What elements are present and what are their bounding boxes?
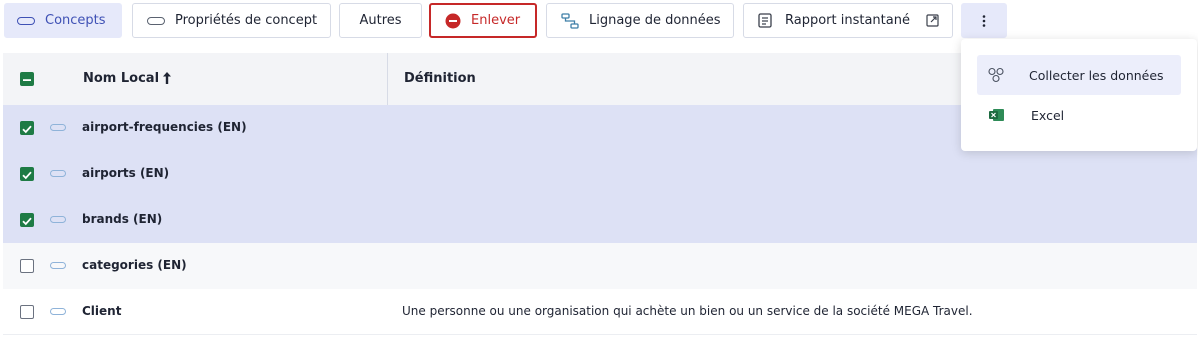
- row-name[interactable]: airport-frequencies (EN): [82, 120, 247, 134]
- table-row[interactable]: categories (EN): [3, 243, 1197, 289]
- concept-properties-button[interactable]: Propriétés de concept: [132, 3, 331, 38]
- row-checkbox[interactable]: [20, 121, 34, 135]
- lineage-icon: [561, 12, 579, 29]
- sort-ascending-icon[interactable]: [162, 71, 172, 85]
- excel-icon: [989, 109, 1004, 121]
- column-header-local-name[interactable]: Nom Local: [83, 71, 159, 86]
- indeterminate-icon: [23, 79, 31, 81]
- row-checkbox[interactable]: [20, 167, 34, 181]
- row-checkbox[interactable]: [20, 305, 34, 319]
- instant-report-label: Rapport instantané: [785, 13, 910, 28]
- remove-icon: [445, 13, 461, 28]
- concepts-label: Concepts: [45, 13, 106, 28]
- menu-item-excel[interactable]: Excel: [977, 95, 1181, 135]
- row-name[interactable]: categories (EN): [82, 258, 187, 272]
- instant-report-button[interactable]: Rapport instantané: [743, 3, 953, 38]
- data-lineage-button[interactable]: Lignage de données: [546, 3, 734, 38]
- more-vertical-icon: [982, 14, 986, 27]
- menu-item-collect-data[interactable]: Collecter les données: [977, 55, 1181, 95]
- report-icon: [758, 13, 772, 28]
- check-icon: [22, 125, 32, 134]
- column-separator: [387, 53, 388, 105]
- concept-icon: [50, 308, 66, 315]
- collect-data-icon: [988, 67, 1004, 83]
- data-lineage-label: Lignage de données: [589, 13, 721, 28]
- row-name[interactable]: Client: [82, 304, 121, 318]
- menu-item-label: Excel: [1031, 107, 1065, 123]
- others-button[interactable]: Autres: [339, 3, 422, 38]
- concept-properties-label: Propriétés de concept: [175, 13, 318, 28]
- concept-icon: [50, 262, 66, 269]
- check-icon: [22, 217, 32, 226]
- row-checkbox[interactable]: [20, 213, 34, 227]
- row-definition: Une personne ou une organisation qui ach…: [402, 304, 973, 318]
- remove-label: Enlever: [471, 13, 521, 28]
- check-icon: [22, 171, 32, 180]
- table-row[interactable]: Client Une personne ou une organisation …: [3, 289, 1197, 335]
- concept-icon: [147, 16, 165, 25]
- concept-icon: [17, 16, 35, 25]
- others-label: Autres: [359, 13, 402, 28]
- toolbar: Concepts Propriétés de concept Autres En…: [0, 0, 1198, 44]
- concept-icon: [50, 170, 66, 177]
- table-row[interactable]: airports (EN): [3, 151, 1197, 197]
- row-name[interactable]: brands (EN): [82, 212, 162, 226]
- external-link-icon: [926, 14, 939, 27]
- concept-icon: [50, 216, 66, 223]
- concept-icon: [50, 124, 66, 131]
- row-name[interactable]: airports (EN): [82, 166, 169, 180]
- more-options-button[interactable]: [961, 3, 1007, 38]
- remove-button[interactable]: Enlever: [429, 3, 537, 38]
- select-all-checkbox[interactable]: [20, 72, 34, 86]
- concepts-button[interactable]: Concepts: [4, 3, 122, 38]
- table-row[interactable]: brands (EN): [3, 197, 1197, 243]
- menu-item-label: Collecter les données: [1029, 67, 1164, 83]
- column-header-definition[interactable]: Définition: [404, 71, 476, 86]
- row-checkbox[interactable]: [20, 259, 34, 273]
- more-options-menu: Collecter les données Excel: [961, 39, 1197, 151]
